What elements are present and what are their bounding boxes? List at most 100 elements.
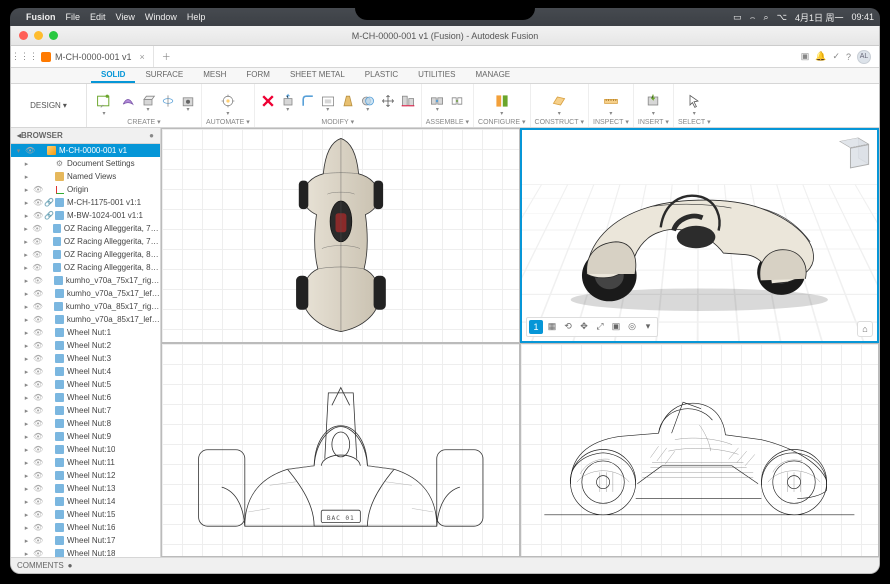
create-form-icon[interactable] — [119, 92, 137, 110]
delete-icon[interactable] — [259, 92, 277, 110]
ribbon-tab-solid[interactable]: SOLID — [91, 68, 135, 83]
ribbon-tab-form[interactable]: FORM — [236, 68, 280, 83]
tree-component[interactable]: ▸👁kumho_v70a_75x17_right:1 — [11, 274, 160, 287]
tree-component[interactable]: ▸👁OZ Racing Alleggerita, 85x17:2 — [11, 261, 160, 274]
tree-component[interactable]: ▸👁Wheel Nut:3 — [11, 352, 160, 365]
vp-pan-icon[interactable]: ✥ — [577, 320, 591, 334]
battery-icon[interactable]: ▭ — [733, 12, 742, 23]
vp-fit-icon[interactable]: ▣ — [609, 320, 623, 334]
tree-component[interactable]: ▸👁🔗M-CH-1175-001 v1:1 — [11, 196, 160, 209]
extensions-icon[interactable]: ▣ — [801, 51, 810, 62]
menu-view[interactable]: View — [116, 12, 135, 22]
tree-component[interactable]: ▸👁OZ Racing Alleggerita, 75x17:1 — [11, 222, 160, 235]
vp-zoom-icon[interactable]: ⤢ — [593, 320, 607, 334]
tree-component[interactable]: ▸👁OZ Racing Alleggerita, 85x17:1 — [11, 248, 160, 261]
tree-component[interactable]: ▸👁🔗M-BW-1024-001 v1:1 — [11, 209, 160, 222]
vp-more-icon[interactable]: ▾ — [641, 320, 655, 334]
insert-icon[interactable]: ▾ — [640, 88, 666, 114]
tree-root[interactable]: ▾👁M-CH-0000-001 v1 — [11, 144, 160, 157]
viewport-front[interactable]: BAC 01 — [161, 343, 520, 558]
align-icon[interactable] — [399, 92, 417, 110]
notifications-icon[interactable]: 🔔 — [815, 51, 826, 62]
comments-panel-header[interactable]: COMMENTS● — [11, 557, 879, 573]
group-label-select[interactable]: SELECT▾ — [678, 118, 711, 127]
viewport-side[interactable] — [520, 343, 879, 558]
group-label-automate[interactable]: AUTOMATE▾ — [206, 118, 250, 127]
tree-component[interactable]: ▸👁Wheel Nut:4 — [11, 365, 160, 378]
menu-window[interactable]: Window — [145, 12, 177, 22]
close-tab-icon[interactable]: × — [140, 52, 145, 62]
automate-icon[interactable]: ▾ — [215, 88, 241, 114]
menu-edit[interactable]: Edit — [90, 12, 106, 22]
construct-plane-icon[interactable]: ▾ — [546, 88, 572, 114]
combine-icon[interactable]: ▾ — [359, 92, 377, 110]
configure-icon[interactable]: ▾ — [489, 88, 515, 114]
tree-component[interactable]: ▸👁Wheel Nut:15 — [11, 508, 160, 521]
tree-component[interactable]: ▸👁Wheel Nut:6 — [11, 391, 160, 404]
ribbon-tab-utilities[interactable]: UTILITIES — [408, 68, 465, 83]
tree-origin[interactable]: ▸👁Origin — [11, 183, 160, 196]
revolve-icon[interactable] — [159, 92, 177, 110]
menubar-date[interactable]: 4月1日 周一 — [795, 11, 844, 24]
window-close-button[interactable] — [19, 31, 28, 40]
tree-component[interactable]: ▸👁Wheel Nut:18 — [11, 547, 160, 557]
fillet-icon[interactable] — [299, 92, 317, 110]
new-sketch-icon[interactable]: ▾ — [91, 88, 117, 114]
tree-component[interactable]: ▸👁Wheel Nut:10 — [11, 443, 160, 456]
viewport-perspective[interactable]: 1 ▦ ⟲ ✥ ⤢ ▣ ◎ ▾ ⌂ — [520, 128, 879, 343]
group-label-construct[interactable]: CONSTRUCT▾ — [535, 118, 584, 127]
group-label-insert[interactable]: INSERT▾ — [638, 118, 669, 127]
tree-named-views[interactable]: ▸Named Views — [11, 170, 160, 183]
joint-icon[interactable]: ▾ — [428, 92, 446, 110]
home-view-button[interactable]: ⌂ — [857, 321, 873, 337]
select-icon[interactable]: ▾ — [681, 88, 707, 114]
tree-doc-settings[interactable]: ▸⚙Document Settings — [11, 157, 160, 170]
ribbon-tab-surface[interactable]: SURFACE — [135, 68, 193, 83]
vp-grid-icon[interactable]: ▦ — [545, 320, 559, 334]
press-pull-icon[interactable]: ▾ — [279, 92, 297, 110]
tree-component[interactable]: ▸👁kumho_v70a_85x17_left:1 — [11, 313, 160, 326]
tree-component[interactable]: ▸👁Wheel Nut:9 — [11, 430, 160, 443]
window-zoom-button[interactable] — [49, 31, 58, 40]
tree-component[interactable]: ▸👁kumho_v70a_75x17_left:1 — [11, 287, 160, 300]
menu-file[interactable]: File — [66, 12, 81, 22]
vp-display-1[interactable]: 1 — [529, 320, 543, 334]
menubar-time[interactable]: 09:41 — [851, 12, 874, 22]
vp-look-icon[interactable]: ◎ — [625, 320, 639, 334]
tree-component[interactable]: ▸👁Wheel Nut:13 — [11, 482, 160, 495]
ribbon-tab-sheetmetal[interactable]: SHEET METAL — [280, 68, 355, 83]
ribbon-tab-manage[interactable]: MANAGE — [465, 68, 520, 83]
wifi-icon[interactable]: ⌢ — [750, 12, 756, 23]
tree-component[interactable]: ▸👁Wheel Nut:16 — [11, 521, 160, 534]
window-minimize-button[interactable] — [34, 31, 43, 40]
group-label-assemble[interactable]: ASSEMBLE▾ — [426, 118, 469, 127]
user-avatar[interactable]: AL — [857, 50, 871, 64]
group-label-create[interactable]: CREATE▾ — [127, 118, 160, 127]
tree-component[interactable]: ▸👁OZ Racing Alleggerita, 75x17:2 — [11, 235, 160, 248]
hole-icon[interactable]: ▾ — [179, 92, 197, 110]
data-panel-button[interactable]: ⋮⋮⋮ — [11, 51, 33, 62]
tree-component[interactable]: ▸👁Wheel Nut:5 — [11, 378, 160, 391]
document-tab[interactable]: M-CH-0000-001 v1 × — [33, 46, 154, 67]
tree-component[interactable]: ▸👁Wheel Nut:14 — [11, 495, 160, 508]
draft-icon[interactable] — [339, 92, 357, 110]
search-icon[interactable]: ⌕ — [764, 12, 769, 23]
tree-component[interactable]: ▸👁kumho_v70a_85x17_right:1 — [11, 300, 160, 313]
help-icon[interactable]: ? — [846, 52, 851, 62]
tree-component[interactable]: ▸👁Wheel Nut:17 — [11, 534, 160, 547]
tree-component[interactable]: ▸👁Wheel Nut:2 — [11, 339, 160, 352]
as-built-joint-icon[interactable] — [448, 92, 466, 110]
shell-icon[interactable]: ▾ — [319, 92, 337, 110]
tree-component[interactable]: ▸👁Wheel Nut:1 — [11, 326, 160, 339]
extrude-icon[interactable]: ▾ — [139, 92, 157, 110]
tree-component[interactable]: ▸👁Wheel Nut:11 — [11, 456, 160, 469]
group-label-configure[interactable]: CONFIGURE▾ — [478, 118, 526, 127]
workspace-switcher[interactable]: DESIGN▾ — [11, 84, 87, 127]
vp-orbit-icon[interactable]: ⟲ — [561, 320, 575, 334]
group-label-inspect[interactable]: INSPECT▾ — [593, 118, 629, 127]
control-center-icon[interactable]: ⌥ — [777, 12, 787, 23]
tree-component[interactable]: ▸👁Wheel Nut:12 — [11, 469, 160, 482]
jobs-icon[interactable]: ✓ — [832, 51, 840, 62]
app-menu[interactable]: Fusion — [26, 12, 56, 22]
group-label-modify[interactable]: MODIFY▾ — [321, 118, 354, 127]
